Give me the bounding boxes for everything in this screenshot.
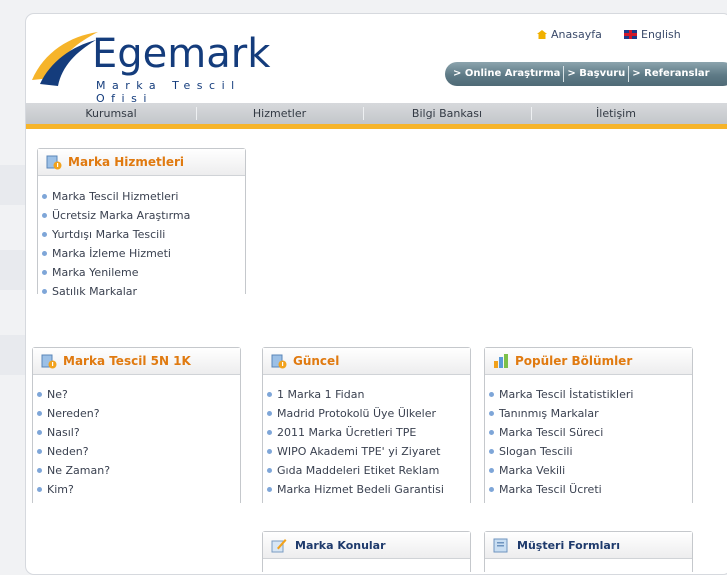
home-link-label: Anasayfa	[551, 28, 602, 41]
box-header: Marka Konular	[263, 532, 470, 559]
logo-name: Egemark	[92, 31, 271, 77]
list-item[interactable]: Marka Hizmet Bedeli Garantisi	[267, 480, 444, 499]
box-header: Güncel	[263, 348, 470, 375]
page-container: Egemark Marka Tescil Ofisi Anasayfa Engl…	[25, 13, 727, 575]
box-title: Müşteri Formları	[517, 538, 620, 552]
list-item[interactable]: Nasıl?	[37, 423, 110, 442]
list-item[interactable]: Marka Tescil Ücreti	[489, 480, 633, 499]
nav-hizmetler[interactable]: Hizmetler	[196, 103, 363, 124]
marka-hizmetleri-box: Marka Hizmetleri Marka Tescil Hizmetleri…	[37, 148, 246, 298]
nav-bilgi-bankasi[interactable]: Bilgi Bankası	[363, 103, 531, 124]
basvuru-link[interactable]: > Başvuru	[564, 66, 630, 82]
box-title: Marka Konular	[295, 538, 386, 552]
nav-iletisim[interactable]: İletişim	[531, 103, 701, 124]
document-info-icon	[46, 155, 62, 170]
list-item[interactable]: Ücretsiz Marka Araştırma	[42, 206, 190, 225]
nav-kurumsal[interactable]: Kurumsal	[26, 103, 196, 124]
form-icon	[493, 538, 508, 553]
list-item[interactable]: Madrid Protokolü Üye Ülkeler	[267, 404, 444, 423]
list-item[interactable]: Marka Vekili	[489, 461, 633, 480]
list-item[interactable]: Satılık Markalar	[42, 282, 190, 301]
musteri-formlari-box: Müşteri Formları	[484, 531, 693, 572]
list-item[interactable]: Marka Tescil Hizmetleri	[42, 187, 190, 206]
box-title: Marka Hizmetleri	[68, 155, 185, 169]
pencil-note-icon	[271, 539, 287, 553]
referanslar-link[interactable]: > Referanslar	[629, 66, 712, 82]
populer-box: Popüler Bölümler Marka Tescil İstatistik…	[484, 347, 693, 503]
home-icon	[537, 30, 547, 39]
list-item[interactable]: 1 Marka 1 Fidan	[267, 385, 444, 404]
uk-flag-icon	[624, 30, 637, 39]
box-title: Güncel	[293, 354, 340, 368]
list-item[interactable]: Gıda Maddeleri Etiket Reklam	[267, 461, 444, 480]
box-title: Popüler Bölümler	[515, 354, 633, 368]
box-title: Marka Tescil 5N 1K	[63, 354, 191, 368]
list-item[interactable]: Ne?	[37, 385, 110, 404]
document-info-icon	[41, 354, 57, 369]
logo[interactable]: Egemark Marka Tescil Ofisi	[30, 22, 290, 105]
list-item[interactable]: Ne Zaman?	[37, 461, 110, 480]
logo-swoosh-icon	[32, 32, 98, 86]
popular-list: Marka Tescil İstatistikleri Tanınmış Mar…	[489, 385, 633, 499]
list-item[interactable]: Tanınmış Markalar	[489, 404, 633, 423]
quicklinks-bar: > Online Araştırma > Başvuru > Referansl…	[445, 62, 727, 86]
list-item[interactable]: Marka Tescil İstatistikleri	[489, 385, 633, 404]
list-item[interactable]: Yurtdışı Marka Tescili	[42, 225, 190, 244]
list-item[interactable]: Marka İzleme Hizmeti	[42, 244, 190, 263]
news-list: 1 Marka 1 Fidan Madrid Protokolü Üye Ülk…	[267, 385, 444, 499]
box-header: Popüler Bölümler	[485, 348, 692, 375]
bar-chart-icon	[494, 354, 508, 368]
document-info-icon	[271, 354, 287, 369]
main-nav: Kurumsal Hizmetler Bilgi Bankası İletişi…	[26, 103, 727, 124]
tescil-5n1k-box: Marka Tescil 5N 1K Ne? Nereden? Nasıl? N…	[32, 347, 241, 503]
home-link[interactable]: Anasayfa	[537, 28, 602, 41]
list-item[interactable]: WIPO Akademi TPE' yi Ziyaret	[267, 442, 444, 461]
faq-list: Ne? Nereden? Nasıl? Neden? Ne Zaman? Kim…	[37, 385, 110, 499]
list-item[interactable]: Marka Tescil Süreci	[489, 423, 633, 442]
box-header: Marka Tescil 5N 1K	[33, 348, 240, 375]
online-arastirma-link[interactable]: > Online Araştırma	[445, 66, 565, 82]
guncel-box: Güncel 1 Marka 1 Fidan Madrid Protokolü …	[262, 347, 471, 503]
list-item[interactable]: 2011 Marka Ücretleri TPE	[267, 423, 444, 442]
english-link[interactable]: English	[624, 28, 681, 41]
service-list: Marka Tescil Hizmetleri Ücretsiz Marka A…	[42, 187, 190, 301]
list-item[interactable]: Nereden?	[37, 404, 110, 423]
box-header: Marka Hizmetleri	[38, 149, 245, 176]
nav-underline	[26, 124, 727, 129]
marka-konular-box: Marka Konular	[262, 531, 471, 572]
list-item[interactable]: Kim?	[37, 480, 110, 499]
box-header: Müşteri Formları	[485, 532, 692, 559]
list-item[interactable]: Neden?	[37, 442, 110, 461]
list-item[interactable]: Slogan Tescili	[489, 442, 633, 461]
list-item[interactable]: Marka Yenileme	[42, 263, 190, 282]
english-link-label: English	[641, 28, 681, 41]
logo-tagline: Marka Tescil Ofisi	[96, 79, 241, 105]
